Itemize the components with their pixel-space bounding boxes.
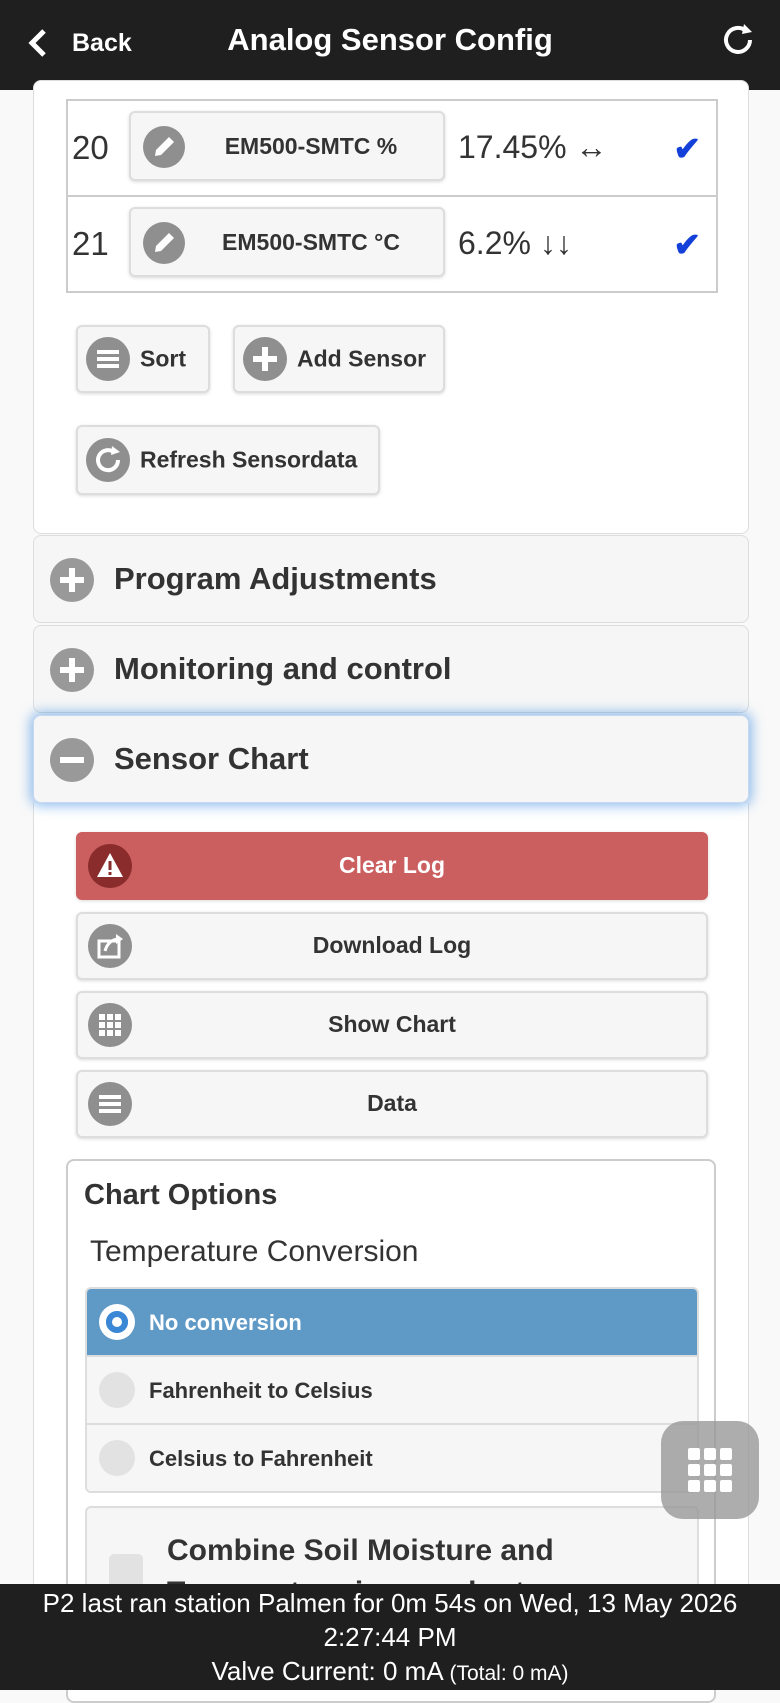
sensor-number: 21: [72, 225, 109, 262]
keypad-fab-button[interactable]: [661, 1421, 759, 1519]
sensor-chart-section[interactable]: Sensor Chart: [33, 715, 749, 803]
sensor-name: EM500-SMTC °C: [222, 229, 400, 255]
radio-label: No conversion: [149, 1310, 302, 1335]
last-run-status: P2 last ran station Palmen for 0m 54s on…: [42, 1588, 738, 1618]
download-log-label: Download Log: [312, 932, 472, 958]
edit-sensor-button[interactable]: EM500-SMTC °C: [129, 207, 445, 277]
top-header: Back Analog Sensor Config: [0, 0, 780, 90]
sensor-number: 20: [72, 129, 109, 166]
section-title: Sensor Chart: [114, 741, 309, 776]
list-icon: [86, 337, 130, 381]
check-icon: ✔: [673, 226, 701, 263]
radio-indicator: [99, 1440, 135, 1476]
sensor-table: 20 EM500-SMTC % 17.45% ↔ ✔ 21 EM500-SMTC…: [66, 99, 718, 293]
sensor-value: 6.2% ↓↓: [458, 225, 572, 261]
valve-current: Valve Current: 0 mA (Total: 0 mA): [0, 1654, 780, 1691]
sort-button[interactable]: Sort: [76, 325, 210, 393]
pencil-icon: [143, 126, 185, 168]
sensor-value: 17.45% ↔: [458, 129, 608, 165]
temperature-conversion-radio-group: No conversion Fahrenheit to Celsius Cels…: [85, 1287, 699, 1493]
check-icon: ✔: [673, 130, 701, 167]
temperature-conversion-label: Temperature Conversion: [90, 1235, 419, 1268]
radio-fahrenheit-to-celsius[interactable]: Fahrenheit to Celsius: [87, 1355, 697, 1423]
last-run-time: 2:27:44 PM: [323, 1622, 457, 1652]
radio-indicator: [99, 1372, 135, 1408]
refresh-icon: [86, 438, 130, 482]
status-footer: P2 last ran station Palmen for 0m 54s on…: [0, 1584, 780, 1690]
download-log-button[interactable]: Download Log: [76, 912, 708, 980]
edit-sensor-button[interactable]: EM500-SMTC %: [129, 111, 445, 181]
sensor-row: 21 EM500-SMTC °C 6.2% ↓↓ ✔: [68, 195, 716, 291]
valve-current-label: Valve Current: 0 mA: [211, 1656, 443, 1686]
sort-label: Sort: [140, 345, 186, 372]
show-chart-label: Show Chart: [328, 1011, 456, 1037]
grid-icon: [688, 1448, 732, 1492]
chart-options-title: Chart Options: [84, 1179, 278, 1211]
checkbox[interactable]: [109, 1554, 143, 1588]
plus-icon: [50, 648, 94, 692]
plus-icon: [50, 558, 94, 602]
radio-indicator: [99, 1304, 135, 1340]
clear-log-button[interactable]: Clear Log: [76, 832, 708, 900]
sensor-row: 20 EM500-SMTC % 17.45% ↔ ✔: [68, 101, 716, 195]
clear-log-label: Clear Log: [338, 852, 446, 878]
refresh-icon[interactable]: [720, 22, 756, 58]
radio-label: Fahrenheit to Celsius: [149, 1378, 373, 1403]
monitoring-section[interactable]: Monitoring and control: [33, 625, 749, 713]
add-sensor-button[interactable]: Add Sensor: [233, 325, 445, 393]
data-label: Data: [367, 1090, 417, 1116]
plus-icon: [243, 337, 287, 381]
page-title: Analog Sensor Config: [227, 22, 553, 57]
radio-celsius-to-fahrenheit[interactable]: Celsius to Fahrenheit: [87, 1423, 697, 1491]
show-chart-button[interactable]: Show Chart: [76, 991, 708, 1059]
add-sensor-label: Add Sensor: [297, 345, 427, 372]
sensor-name: EM500-SMTC %: [224, 133, 398, 159]
pencil-icon: [143, 222, 185, 264]
section-title: Program Adjustments: [114, 561, 437, 596]
program-adjustments-section[interactable]: Program Adjustments: [33, 535, 749, 623]
refresh-sensordata-button[interactable]: Refresh Sensordata: [76, 425, 380, 495]
radio-no-conversion[interactable]: No conversion: [87, 1289, 697, 1355]
valve-total: (Total: 0 mA): [449, 1662, 569, 1685]
refresh-label: Refresh Sensordata: [140, 446, 358, 473]
data-button[interactable]: Data: [76, 1070, 708, 1138]
minus-icon: [50, 738, 94, 782]
radio-label: Celsius to Fahrenheit: [149, 1446, 373, 1471]
section-title: Monitoring and control: [114, 651, 452, 686]
